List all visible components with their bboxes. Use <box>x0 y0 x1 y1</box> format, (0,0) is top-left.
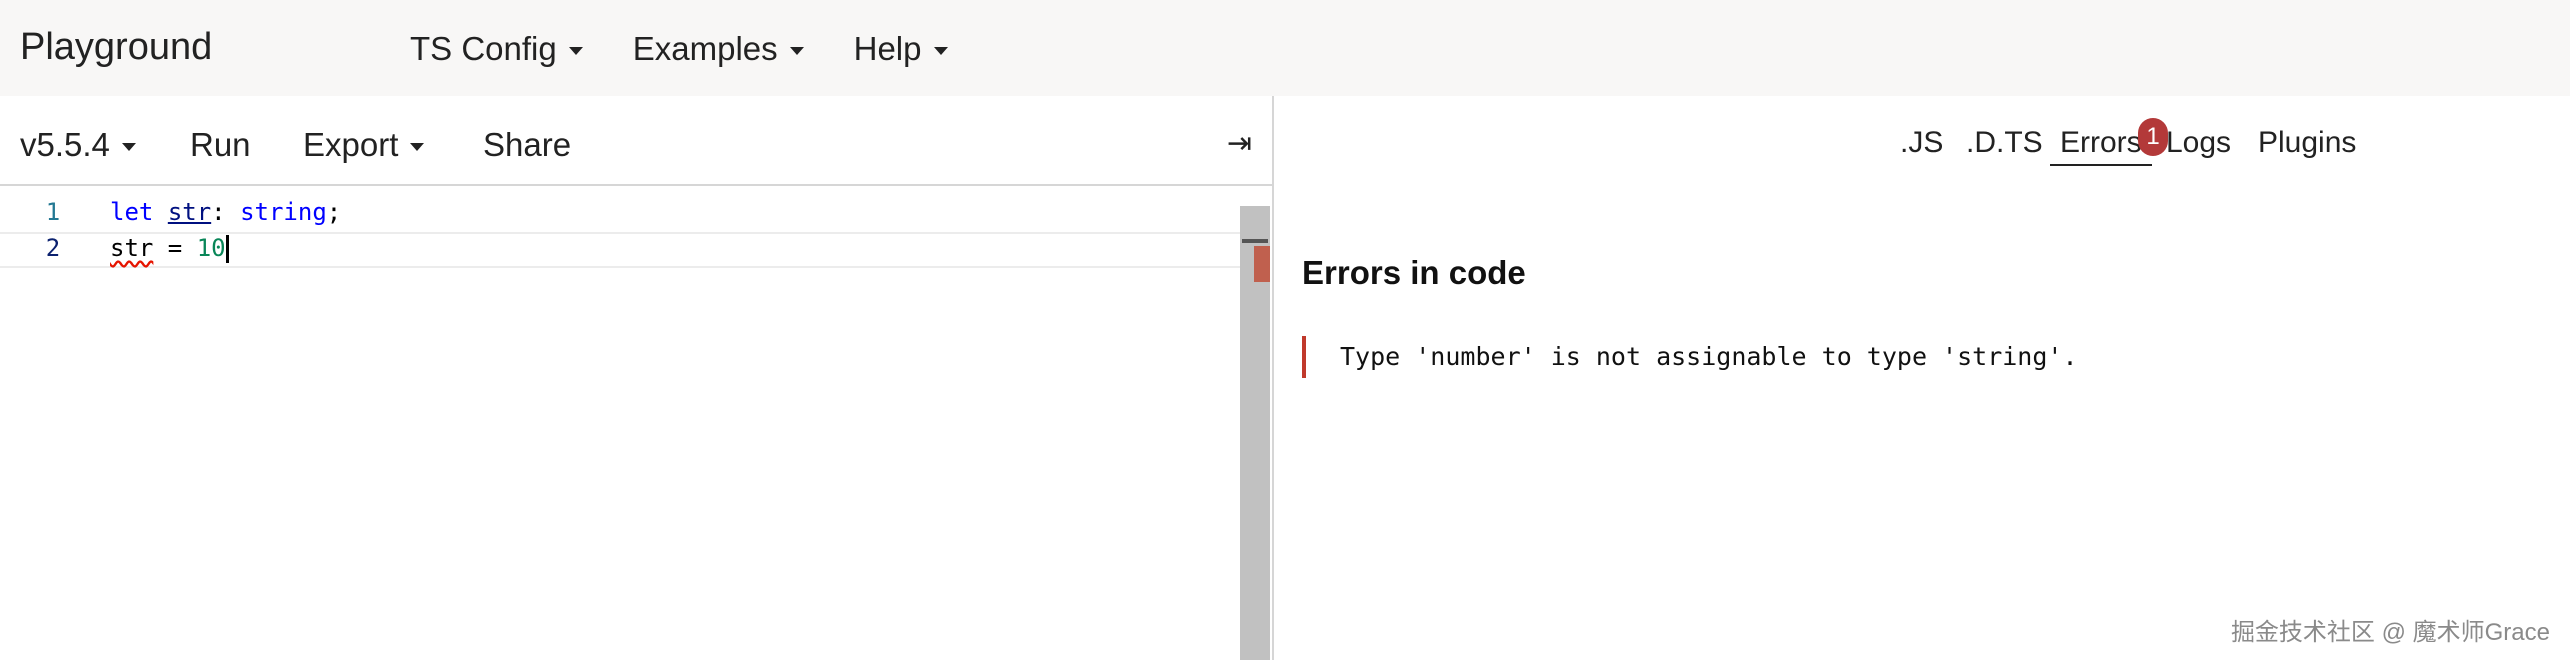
code-line-active: 2 str = 10 <box>0 232 1240 268</box>
share-label: Share <box>483 126 572 163</box>
nav-help-label: Help <box>853 30 922 67</box>
assign-operator: = <box>153 234 197 262</box>
nav-ts-config-label: TS Config <box>410 30 557 67</box>
export-label: Export <box>303 126 399 163</box>
type-string: string <box>240 198 327 226</box>
nav-ts-config[interactable]: TS Config <box>410 30 583 68</box>
keyword-let: let <box>110 198 154 226</box>
version-label: v5.5.4 <box>20 126 110 163</box>
tab-dts[interactable]: .D.TS <box>1966 126 2043 160</box>
line-number: 2 <box>45 234 61 262</box>
nav-help[interactable]: Help <box>854 30 948 68</box>
error-message-text: Type 'number' is not assignable to type … <box>1340 342 2078 371</box>
code-editor[interactable]: 1 let str: string; 2 str = 10 <box>0 188 1272 660</box>
line-number: 1 <box>45 198 61 226</box>
chevron-down-icon <box>410 143 425 151</box>
error-identifier-str: str <box>110 234 154 262</box>
chevron-down-icon <box>933 47 948 55</box>
run-label: Run <box>190 126 251 163</box>
text-cursor <box>225 235 229 263</box>
editor-toolbar: v5.5.4 Run Export Share ⇥ <box>0 96 1272 186</box>
number-literal: 10 <box>196 234 226 262</box>
chevron-down-icon <box>789 47 804 55</box>
version-select[interactable]: v5.5.4 <box>20 126 136 164</box>
code-text: str = 10 <box>110 234 229 263</box>
error-count-badge: 1 <box>2138 118 2168 156</box>
app-title[interactable]: Playground <box>20 26 212 69</box>
collapse-sidebar-icon[interactable]: ⇥ <box>1227 126 1252 161</box>
cursor-line-marker <box>1242 239 1268 243</box>
tab-logs[interactable]: Logs <box>2166 126 2231 160</box>
top-nav-menu: TS Config Examples Help <box>410 30 998 68</box>
errors-heading: Errors in code <box>1302 254 1526 291</box>
error-ruler-marker <box>1254 246 1270 282</box>
output-pane: .JS .D.TS Errors 1 Logs Plugins Errors i… <box>1274 96 2570 660</box>
code-line: 1 let str: string; <box>0 198 1240 234</box>
export-menu[interactable]: Export <box>303 126 425 164</box>
tab-js[interactable]: .JS <box>1900 126 1943 160</box>
watermark-text: 掘金技术社区 @ 魔术师Grace <box>2230 619 2550 646</box>
share-button[interactable]: Share <box>483 126 571 164</box>
chevron-down-icon <box>568 47 583 55</box>
run-button[interactable]: Run <box>190 126 251 164</box>
output-tabs: .JS .D.TS Errors 1 Logs Plugins <box>1274 118 2570 176</box>
top-navbar: Playground TS Config Examples Help <box>0 0 2570 96</box>
nav-examples-label: Examples <box>632 30 778 67</box>
nav-examples[interactable]: Examples <box>633 30 804 68</box>
code-text: let str: string; <box>110 198 341 226</box>
colon-token: : <box>211 198 241 226</box>
error-message-item: Type 'number' is not assignable to type … <box>1302 336 2078 378</box>
semicolon-token: ; <box>326 198 342 226</box>
tab-plugins[interactable]: Plugins <box>2258 126 2356 160</box>
chevron-down-icon <box>121 143 136 151</box>
tab-errors[interactable]: Errors <box>2050 126 2152 166</box>
identifier-str: str <box>167 198 212 226</box>
editor-pane: v5.5.4 Run Export Share ⇥ 1 let str: str… <box>0 96 1272 660</box>
